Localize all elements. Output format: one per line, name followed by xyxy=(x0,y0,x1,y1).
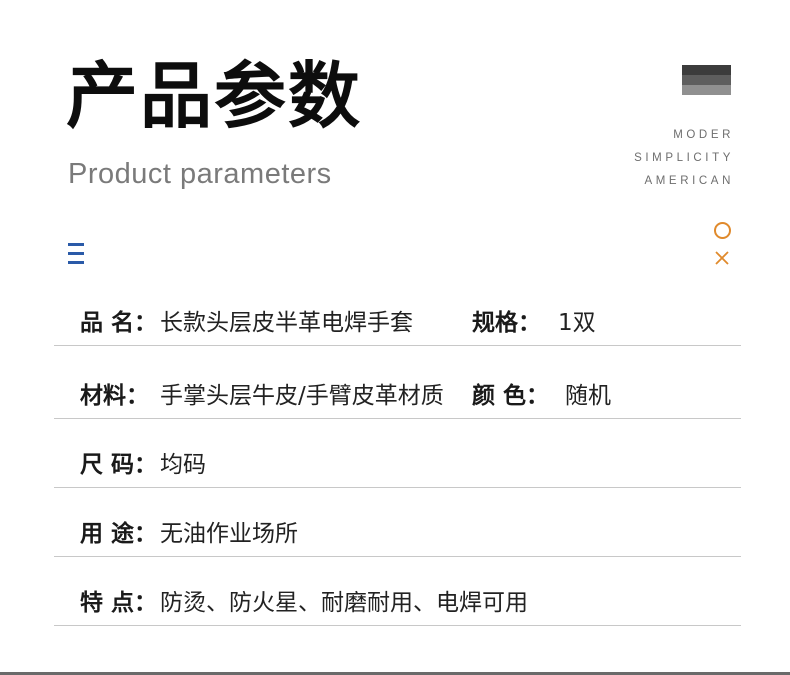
param-label: 特 点： xyxy=(80,590,158,616)
param-row-size: 尺 码： 均码 xyxy=(54,447,741,488)
param-label: 尺 码： xyxy=(80,452,158,478)
param-value: 均码 xyxy=(160,452,206,478)
param-label: 规格： xyxy=(472,310,541,336)
param-label: 用 途： xyxy=(80,521,158,547)
tagline-line: SIMPLICITY xyxy=(634,152,734,164)
param-row-name: 品 名： 长款头层皮半革电焊手套 规格： 1双 xyxy=(54,305,741,346)
param-value: 1双 xyxy=(558,310,596,336)
param-value: 手掌头层牛皮/手臂皮革材质 xyxy=(160,383,444,409)
stripes-icon xyxy=(682,65,731,95)
param-label: 颜 色： xyxy=(472,383,550,409)
param-value: 长款头层皮半革电焊手套 xyxy=(160,310,413,336)
param-value: 无油作业场所 xyxy=(160,521,298,547)
param-value: 随机 xyxy=(565,383,611,409)
circle-icon xyxy=(714,222,731,239)
tagline-line: AMERICAN xyxy=(644,175,734,187)
page-title: 产品参数 xyxy=(66,54,363,138)
param-label: 品 名： xyxy=(80,310,158,336)
param-row-feature: 特 点： 防烫、防火星、耐磨耐用、电焊可用 xyxy=(54,585,741,626)
close-icon xyxy=(715,251,729,265)
tagline-line: MODER xyxy=(673,129,734,141)
param-row-material: 材料： 手掌头层牛皮/手臂皮革材质 颜 色： 随机 xyxy=(54,378,741,419)
tagline: MODER SIMPLICITY AMERICAN xyxy=(634,124,734,193)
menu-icon xyxy=(68,243,84,265)
param-row-use: 用 途： 无油作业场所 xyxy=(54,516,741,557)
param-value: 防烫、防火星、耐磨耐用、电焊可用 xyxy=(160,590,528,616)
param-label: 材料： xyxy=(80,383,149,409)
page-subtitle: Product parameters xyxy=(68,158,332,190)
